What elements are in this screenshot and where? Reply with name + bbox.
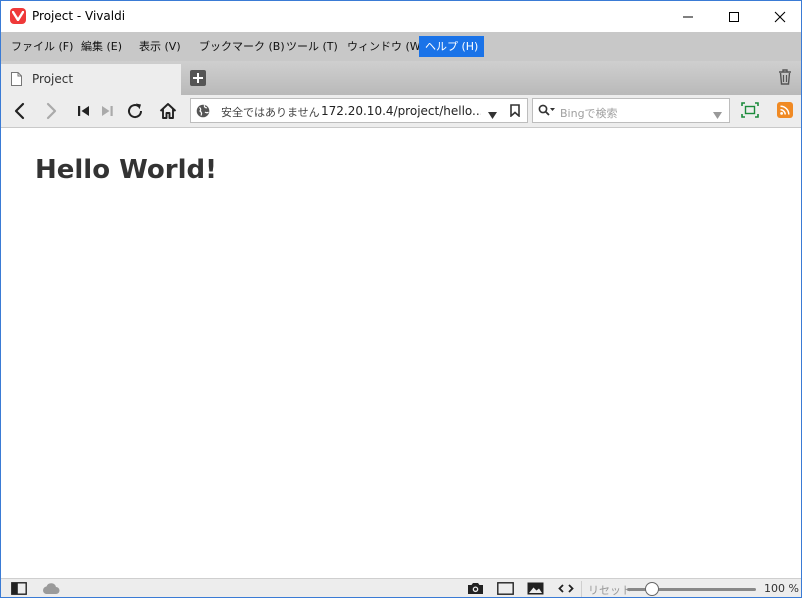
menu-view[interactable]: 表示 (V) — [133, 36, 187, 57]
page-icon — [11, 72, 22, 89]
panel-toggle-icon[interactable] — [11, 582, 27, 597]
menu-file[interactable]: ファイル (F) — [5, 36, 79, 57]
globe-icon[interactable] — [196, 104, 210, 121]
back-button[interactable] — [10, 101, 30, 121]
tab-project[interactable]: Project — [1, 64, 181, 95]
tab-bar: Project — [1, 61, 801, 95]
menu-edit[interactable]: 編集 (E) — [75, 36, 128, 57]
forward-button[interactable] — [41, 101, 61, 121]
reader-view-icon[interactable] — [741, 102, 759, 121]
code-icon[interactable] — [558, 582, 574, 597]
browser-window: Project - Vivaldi ファイル (F) 編集 (E) 表示 (V)… — [0, 0, 802, 598]
menu-bar: ファイル (F) 編集 (E) 表示 (V) ブックマーク (B) ツール (T… — [1, 32, 801, 61]
page-heading: Hello World! — [35, 155, 217, 185]
image-icon[interactable] — [527, 582, 544, 597]
zoom-slider-handle[interactable] — [645, 582, 659, 596]
address-bar: 安全ではありません 172.20.10.4/project/hello... B… — [1, 95, 801, 128]
chevron-down-icon[interactable] — [488, 108, 497, 122]
chevron-down-icon[interactable] — [713, 108, 722, 122]
url-text[interactable]: 172.20.10.4/project/hello... — [321, 104, 481, 118]
home-button[interactable] — [158, 101, 178, 121]
menu-help[interactable]: ヘルプ (H) — [419, 36, 485, 57]
zoom-level: 100 % — [764, 582, 799, 595]
menu-bookmarks[interactable]: ブックマーク (B) — [193, 36, 291, 57]
status-divider — [581, 581, 582, 597]
minimize-button[interactable] — [665, 1, 711, 32]
search-placeholder: Bingで検索 — [560, 107, 618, 120]
maximize-button[interactable] — [711, 1, 757, 32]
security-label: 安全ではありません — [221, 106, 320, 119]
close-button[interactable] — [757, 1, 801, 32]
vivaldi-logo-icon[interactable] — [10, 8, 26, 24]
page-content: Hello World! — [1, 129, 801, 578]
rss-icon[interactable] — [777, 102, 793, 118]
url-field[interactable]: 安全ではありません 172.20.10.4/project/hello... — [190, 98, 528, 123]
rewind-button[interactable] — [74, 101, 94, 121]
camera-icon[interactable] — [467, 582, 484, 597]
new-tab-button[interactable] — [190, 70, 206, 86]
zoom-reset-button[interactable]: リセット — [588, 582, 632, 597]
title-bar: Project - Vivaldi — [1, 1, 801, 32]
cloud-sync-icon[interactable] — [42, 582, 60, 597]
menu-window[interactable]: ウィンドウ (W) — [341, 36, 431, 57]
reload-button[interactable] — [125, 101, 145, 121]
window-title: Project - Vivaldi — [32, 9, 126, 23]
status-bar: リセット 100 % — [1, 578, 801, 597]
window-tile-icon[interactable] — [497, 582, 514, 597]
search-icon[interactable] — [538, 104, 556, 121]
menu-tools[interactable]: ツール (T) — [280, 36, 344, 57]
trash-icon[interactable] — [778, 69, 792, 88]
search-field[interactable]: Bingで検索 — [532, 98, 730, 123]
tab-label: Project — [32, 72, 74, 86]
bookmark-icon[interactable] — [510, 104, 520, 120]
fast-forward-button[interactable] — [98, 101, 118, 121]
